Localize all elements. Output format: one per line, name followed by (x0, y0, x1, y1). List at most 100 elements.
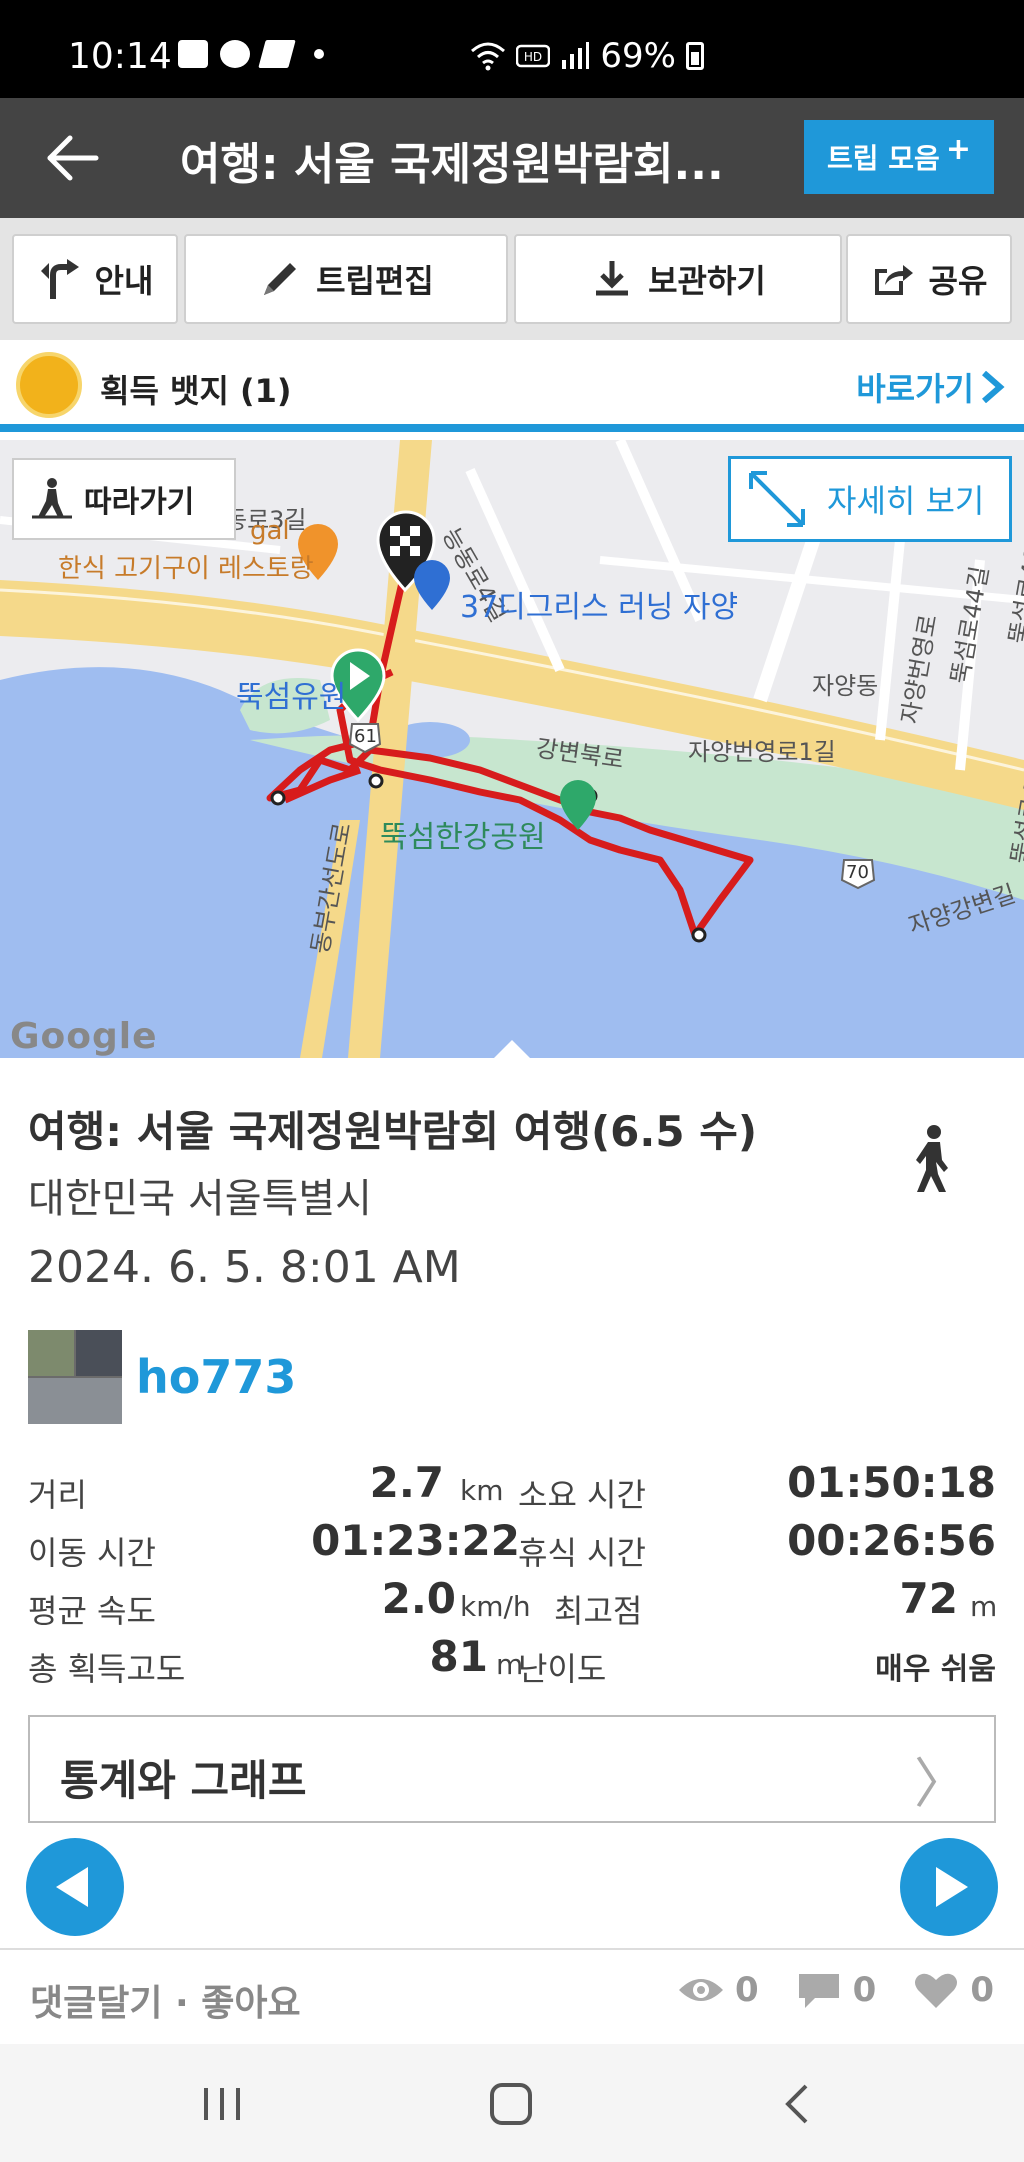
chevron-right-icon: 〉 (914, 1752, 968, 1815)
follow-label: 따라가기 (84, 485, 195, 520)
play-right-icon (936, 1867, 968, 1907)
page-title: 여행: 서울 국제정원박람회... (180, 139, 724, 190)
expand-icon (749, 471, 805, 527)
stats-graph-label: 통계와 그래프 (60, 1756, 307, 1805)
map-label-jayang-dong: 자양동 (812, 672, 879, 700)
next-trip-button[interactable] (900, 1838, 998, 1936)
signal-icon (562, 42, 590, 69)
trip-datetime: 2024. 6. 5. 8:01 AM (28, 1242, 461, 1293)
trip-title: 여행: 서울 국제정원박람회 여행(6.5 수) (28, 1107, 758, 1156)
view-detail-button[interactable]: 자세히 보기 (728, 456, 1012, 542)
status-time: 10:14 (68, 36, 172, 77)
trip-collection-button[interactable]: 트립 모음 + (804, 120, 994, 194)
map-label-park: 뚝섬한강공원 (380, 820, 546, 855)
turn-sign-icon (40, 259, 79, 299)
chevron-right-icon (982, 371, 1005, 403)
hd-icon: HD (516, 44, 551, 68)
badge-icon (16, 352, 82, 418)
walking-icon (916, 1125, 948, 1192)
stat-row: 이동 시간 01:23:22 휴식 시간 00:26:56 (28, 1516, 996, 1574)
battery-percent: 69% (600, 36, 676, 76)
previous-trip-button[interactable] (26, 1838, 124, 1936)
action-toolbar: 안내 트립편집 보관하기 공유 (0, 218, 1024, 340)
save-button[interactable]: 보관하기 (514, 234, 842, 324)
recent-apps-icon[interactable] (198, 2082, 248, 2126)
moving-time-label: 이동 시간 (28, 1534, 156, 1572)
app-bar: 여행: 서울 국제정원박람회... 트립 모음 + (0, 98, 1024, 218)
stat-row: 거리 2.7 km 소요 시간 01:50:18 (28, 1458, 996, 1516)
edit-trip-label: 트립편집 (316, 262, 434, 300)
rest-time-value: 00:26:56 (787, 1516, 996, 1565)
distance-value: 2.7 (369, 1458, 444, 1507)
goto-link[interactable]: 바로가기 (856, 364, 1006, 410)
map-label-jayang-1gil: 자양번영로1길 (688, 738, 836, 766)
eye-icon (678, 1979, 723, 2001)
talk-icon (220, 40, 250, 68)
avatar[interactable] (28, 1330, 122, 1424)
views-count: 0 (734, 1970, 759, 2010)
gallery-icon (178, 40, 208, 68)
map-label-restaurant-b: 한식 고기구이 레스토랑 (58, 554, 314, 584)
system-nav-bar (0, 2044, 1024, 2162)
duration-label: 소요 시간 (518, 1476, 646, 1514)
map-label-restaurant-a: gal (250, 516, 290, 546)
username-link[interactable]: ho773 (136, 1350, 296, 1404)
status-bar: 10:14 HD 69% (0, 0, 1024, 98)
edit-trip-button[interactable]: 트립편집 (184, 234, 508, 324)
trip-collection-label: 트립 모음 (827, 142, 940, 175)
share-icon (874, 265, 913, 295)
earned-badges-label: 획득 뱃지 (1) (100, 372, 292, 410)
app-icon (258, 40, 296, 68)
play-left-icon (56, 1867, 88, 1907)
earned-badges-row[interactable]: 획득 뱃지 (1) 바로가기 (0, 340, 1024, 432)
elevation-gain-label: 총 획득고도 (28, 1650, 186, 1688)
social-counters: 0 0 0 (677, 1970, 994, 2010)
app-root: 10:14 HD 69% 여행: 서울 국제정원박람회... 트립 모음 + 안… (0, 0, 1024, 2162)
goto-label: 바로가기 (856, 370, 974, 408)
avg-speed-value: 2.0 (381, 1574, 456, 1623)
map-label-shop: 37디그리스 러닝 자양 (460, 590, 739, 625)
stat-row: 총 획득고도 81 m 난이도 매우 쉬움 (28, 1632, 996, 1690)
trip-region: 대한민국 서울특별시 (28, 1176, 372, 1222)
difficulty-value: 매우 쉬움 (875, 1652, 996, 1687)
more-dot-icon (314, 49, 324, 59)
heart-icon[interactable] (912, 1970, 960, 2010)
rest-time-label: 휴식 시간 (518, 1534, 646, 1572)
guide-label: 안내 (94, 262, 154, 300)
max-altitude-unit: m (970, 1590, 998, 1623)
guide-button[interactable]: 안내 (12, 234, 178, 324)
notification-icons (178, 40, 324, 68)
stat-row: 평균 속도 2.0 km/h 최고점 72 m (28, 1574, 998, 1632)
duration-value: 01:50:18 (787, 1458, 996, 1507)
wifi-icon (471, 42, 506, 71)
hiker-icon (32, 478, 72, 519)
plus-icon: + (945, 131, 971, 167)
download-icon (596, 261, 629, 296)
trip-map[interactable]: 동로3길 gal 한식 고기구이 레스토랑 능동로4길 37디그리스 러닝 자양… (0, 440, 1024, 1058)
trip-stats: 거리 2.7 km 소요 시간 01:50:18 이동 시간 01:23:22 … (28, 1458, 998, 1690)
map-label-station: 뚝섬유원 (236, 680, 347, 715)
pencil-icon (264, 263, 297, 295)
battery-icon (686, 42, 704, 70)
comment-icon (798, 1974, 839, 2008)
moving-time-value: 01:23:22 (311, 1516, 520, 1565)
share-label: 공유 (928, 262, 988, 300)
max-altitude-label: 최고점 (554, 1592, 643, 1630)
avg-speed-label: 평균 속도 (28, 1592, 156, 1630)
svg-text:HD: HD (524, 50, 542, 64)
home-icon[interactable] (486, 2082, 536, 2126)
save-label: 보관하기 (648, 262, 766, 300)
elevation-gain-value: 81 (429, 1632, 488, 1681)
social-bar: 댓글달기 · 좋아요 0 0 0 (0, 1948, 1024, 2044)
back-icon[interactable] (774, 2082, 824, 2126)
difficulty-label: 난이도 (518, 1650, 607, 1688)
share-button[interactable]: 공유 (846, 234, 1012, 324)
route-61-label: 61 (354, 726, 377, 747)
system-status: HD 69% (470, 36, 704, 76)
follow-button[interactable]: 따라가기 (12, 458, 236, 540)
stats-graph-button[interactable]: 통계와 그래프 〉 (28, 1715, 996, 1823)
comment-like-link[interactable]: 댓글달기 · 좋아요 (30, 1974, 301, 2026)
back-arrow-icon[interactable] (44, 132, 100, 184)
max-altitude-value: 72 (899, 1574, 958, 1623)
avg-speed-unit: km/h (460, 1590, 531, 1623)
